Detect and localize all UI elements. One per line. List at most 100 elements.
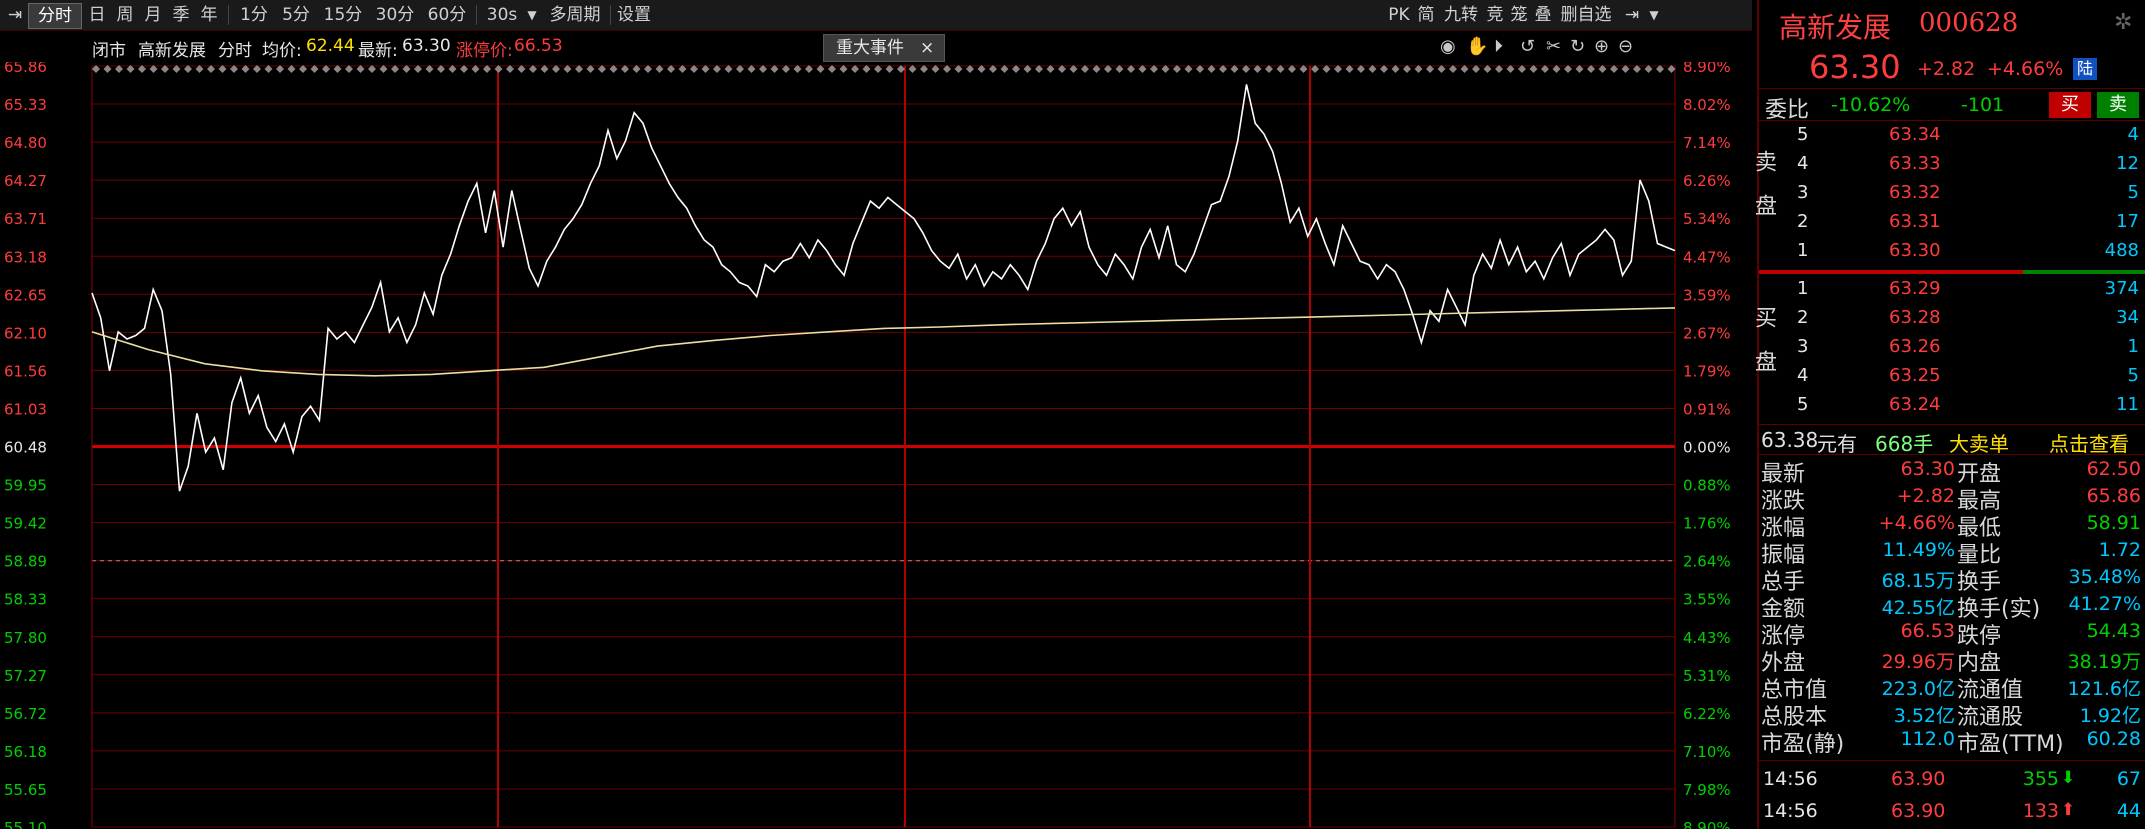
tab-day[interactable]: 日 [86, 3, 108, 27]
stat-value: 121.6亿 [2067, 678, 2141, 700]
multi-period-button[interactable]: 多周期 [544, 3, 606, 27]
sidebar-toggle-icon[interactable]: ⇥ [4, 3, 26, 27]
close-icon[interactable]: × [920, 35, 934, 61]
depth-bar [1759, 270, 2145, 274]
overlay-button[interactable]: 叠 [1532, 3, 1554, 27]
bid-price: 63.28 [1889, 307, 1941, 328]
bid-volume: 374 [2104, 278, 2139, 299]
chevron-down-icon[interactable]: ▼ [1646, 3, 1662, 27]
y-axis-right-label: 5.34% [1683, 210, 1731, 228]
ask-level: 5 [1797, 124, 1809, 145]
stat-value: 58.91 [2086, 512, 2141, 534]
ask-volume: 17 [2116, 211, 2139, 232]
panel-toggle-icon[interactable]: ⇥ [1620, 3, 1644, 27]
y-axis-right-label: 1.79% [1683, 362, 1731, 380]
tab-quarter[interactable]: 季 [170, 3, 192, 27]
stat-value: 35.48% [2068, 566, 2141, 588]
tick-time: 14:56 [1763, 800, 1818, 822]
tab-5min[interactable]: 5分 [278, 3, 314, 27]
tab-intraday[interactable]: 分时 [28, 3, 82, 29]
stat-value: +4.66% [1878, 512, 1955, 534]
cage-button[interactable]: 笼 [1508, 3, 1530, 27]
refresh-icon[interactable]: ↻ [1570, 36, 1585, 57]
tick-count: 67 [2116, 768, 2141, 790]
arrow-down-icon: ⬇ [2061, 768, 2076, 788]
tab-30s[interactable]: 30s [482, 3, 522, 27]
play-icon[interactable]: ⏵ [1494, 36, 1503, 57]
intraday-chart[interactable]: 65.86 8.90% 65.33 8.02% 64.80 7.14% 64.27 6.26%… [0, 62, 1752, 829]
buy-side-label: 买盘 [1751, 306, 1776, 394]
weibi-pct: -10.62% [1831, 94, 1911, 116]
ask-price: 63.33 [1889, 153, 1941, 174]
stat-value: 1.92亿 [2079, 705, 2141, 727]
y-axis-left-label: 60.48 [4, 439, 47, 457]
nine-turn-button[interactable]: 九转 [1440, 3, 1482, 27]
undo-icon[interactable]: ↺ [1520, 36, 1535, 57]
eye-icon[interactable]: ◉ [1440, 36, 1456, 57]
bigorder-qty: 668手 [1875, 432, 1934, 456]
bid-volume: 34 [2116, 307, 2139, 328]
limit-label: 涨停价: [456, 41, 513, 61]
y-axis-right-label: 7.14% [1683, 134, 1731, 152]
stat-value: 38.19万 [2067, 651, 2141, 673]
tab-15min[interactable]: 15分 [320, 3, 366, 27]
settings-button[interactable]: 设置 [614, 3, 654, 27]
bid-price: 63.26 [1889, 336, 1941, 357]
stat-value: 29.96万 [1881, 651, 1955, 673]
sell-button[interactable]: 卖 [2097, 92, 2139, 118]
ask-price: 63.30 [1889, 240, 1941, 261]
tab-year[interactable]: 年 [198, 3, 220, 27]
auction-button[interactable]: 竞 [1484, 3, 1506, 27]
scissors-icon[interactable]: ✂ [1546, 36, 1561, 57]
chevron-down-icon[interactable]: ▼ [524, 3, 540, 27]
y-axis-left-label: 58.89 [4, 553, 47, 571]
stat-value: 42.55亿 [1881, 597, 1955, 619]
bid-price: 63.25 [1889, 365, 1941, 386]
y-axis-left-label: 63.71 [4, 210, 47, 228]
y-axis-right-label: 7.98% [1683, 781, 1731, 799]
stat-value: 66.53 [1900, 620, 1955, 642]
period-toolbar: ⇥ 分时 日 周 月 季 年 1分 5分 15分 30分 60分 30s ▼ 多… [0, 0, 1752, 31]
y-axis-left-label: 57.80 [4, 629, 47, 647]
tab-month[interactable]: 月 [142, 3, 164, 27]
tab-week[interactable]: 周 [114, 3, 136, 27]
bigorder-unit: 元有 [1817, 432, 1857, 456]
stat-value: 1.72 [2098, 539, 2141, 561]
tick-volume: 355 [2022, 768, 2059, 790]
stat-value: 63.30 [1900, 458, 1955, 480]
y-axis-left-label: 55.65 [4, 781, 47, 799]
y-axis-left-label: 64.80 [4, 134, 47, 152]
tab-1min[interactable]: 1分 [236, 3, 272, 27]
tab-60min[interactable]: 60分 [424, 3, 470, 27]
stat-value: 223.0亿 [1881, 678, 1955, 700]
chart-mode: 分时 [218, 41, 252, 61]
bigorder-link[interactable]: 点击查看 [2049, 428, 2129, 457]
bid-level: 3 [1797, 336, 1809, 357]
hand-icon[interactable]: ✋ [1466, 36, 1488, 57]
arrow-up-icon: ⬆ [2061, 800, 2076, 820]
buy-button[interactable]: 买 [2049, 92, 2091, 118]
avg-label: 均价: [262, 41, 302, 61]
y-axis-left-label: 63.18 [4, 248, 47, 266]
y-axis-left-label: 56.72 [4, 705, 47, 723]
zoom-in-icon[interactable]: ⊕ [1594, 36, 1609, 57]
bid-level: 5 [1797, 394, 1809, 415]
zoom-out-icon[interactable]: ⊖ [1618, 36, 1633, 57]
y-axis-right-label: 0.91% [1683, 400, 1731, 418]
panel-stock-name: 高新发展 [1779, 11, 1892, 44]
bid-level: 2 [1797, 307, 1809, 328]
major-event-button[interactable]: 重大事件 × [823, 34, 945, 62]
tab-30min[interactable]: 30分 [372, 3, 418, 27]
simple-button[interactable]: 简 [1414, 3, 1438, 27]
ask-volume: 5 [2127, 182, 2139, 203]
gear-icon[interactable]: ✲ [2114, 10, 2132, 35]
bid-level: 4 [1797, 365, 1809, 386]
y-axis-left-label: 62.65 [4, 286, 47, 304]
remove-watchlist-button[interactable]: 删自选 [1556, 3, 1616, 27]
pk-button[interactable]: PK [1386, 3, 1412, 27]
y-axis-right-label: 8.90% [1683, 62, 1731, 76]
panel-stock-code: 000628 [1919, 8, 2019, 38]
y-axis-left-label: 65.86 [4, 62, 47, 76]
y-axis-right-label: 6.22% [1683, 705, 1731, 723]
y-axis-left-label: 59.95 [4, 477, 47, 495]
